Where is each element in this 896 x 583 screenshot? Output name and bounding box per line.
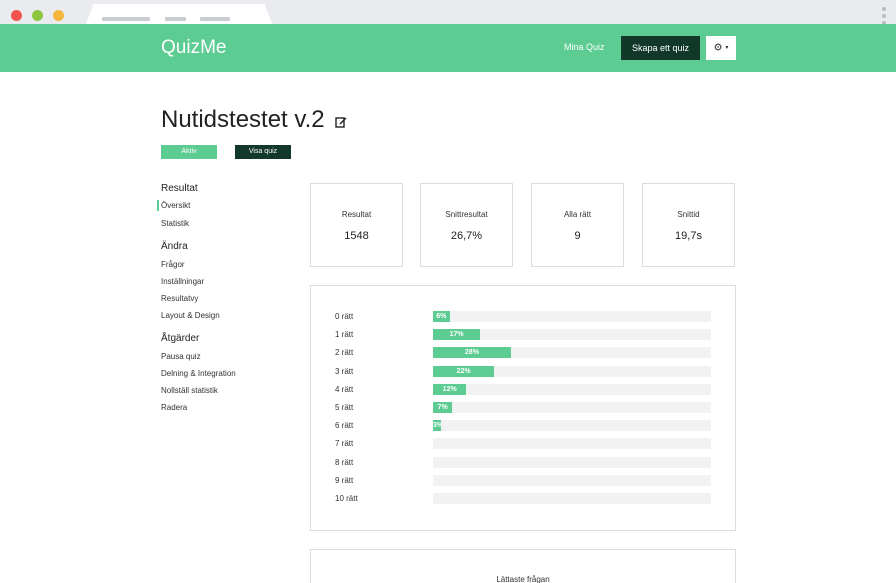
sidebar-item-sharing[interactable]: Delning & Integration bbox=[161, 369, 236, 378]
stat-label: Snittresultat bbox=[445, 210, 488, 219]
stat-value: 1548 bbox=[344, 230, 369, 242]
view-quiz-button[interactable]: Visa quiz bbox=[235, 145, 291, 159]
sidebar-heading-actions: Åtgärder bbox=[161, 333, 200, 344]
browser-chrome bbox=[0, 0, 896, 25]
distribution-row-label: 4 rätt bbox=[335, 384, 354, 394]
sidebar-item-layout-design[interactable]: Layout & Design bbox=[161, 311, 220, 320]
distribution-bar-track: 12% bbox=[433, 383, 711, 395]
stat-value: 26,7% bbox=[450, 230, 483, 242]
sidebar-item-questions[interactable]: Frågor bbox=[161, 260, 185, 269]
tab-placeholder-bar bbox=[200, 17, 230, 21]
tab-placeholder-bar bbox=[102, 17, 150, 21]
distribution-bar: 6% bbox=[433, 311, 450, 322]
distribution-bar: 3% bbox=[433, 420, 442, 432]
tab-placeholder-bar bbox=[165, 17, 186, 21]
distribution-bar-track: 6% bbox=[433, 311, 711, 322]
sidebar-item-statistics[interactable]: Statistik bbox=[161, 219, 189, 228]
distribution-bar: 7% bbox=[433, 402, 453, 413]
distribution-row-label: 9 rätt bbox=[335, 475, 354, 485]
distribution-bar-track: 7% bbox=[433, 402, 711, 413]
my-quizzes-link[interactable]: Mina Quiz bbox=[564, 42, 605, 52]
stat-card-average-time: Snittid 19,7s bbox=[642, 183, 735, 267]
page-title: Nutidstestet v.2 bbox=[161, 106, 325, 133]
stat-card-average: Snittresultat 26,7% bbox=[420, 183, 513, 267]
distribution-row-label: 2 rätt bbox=[335, 348, 354, 358]
easiest-question-title: Lättaste frågan bbox=[496, 575, 550, 583]
distribution-bar-track bbox=[433, 493, 711, 504]
distribution-row-label: 6 rätt bbox=[335, 421, 354, 431]
edit-icon[interactable] bbox=[335, 116, 347, 128]
stat-card-all-correct: Alla rätt 9 bbox=[531, 183, 624, 267]
distribution-bar-track bbox=[433, 474, 711, 486]
distribution-bar-track: 17% bbox=[433, 329, 711, 341]
browser-tab[interactable] bbox=[86, 4, 272, 24]
distribution-bar-track bbox=[433, 438, 711, 450]
distribution-row-label: 3 rätt bbox=[335, 366, 354, 376]
distribution-row-label: 5 rätt bbox=[335, 403, 354, 412]
distribution-row-label: 7 rätt bbox=[335, 439, 354, 449]
navbar: QuizMe Mina Quiz Skapa ett quiz ⚙ ▾ bbox=[0, 24, 896, 72]
score-distribution-panel: 0 rätt 6% 1 rätt 17% 2 rätt 28% 3 rätt 22% 4 rät… bbox=[310, 285, 736, 531]
distribution-bar-track: 22% bbox=[433, 365, 711, 377]
brand-logo[interactable]: QuizMe bbox=[161, 37, 226, 59]
distribution-row-label: 8 rätt bbox=[335, 457, 354, 467]
sidebar-item-result-view[interactable]: Resultatvy bbox=[161, 294, 198, 303]
stat-label: Alla rätt bbox=[563, 210, 592, 219]
stat-label: Resultat bbox=[341, 210, 372, 219]
sidebar-item-overview[interactable]: Översikt bbox=[161, 201, 190, 210]
stat-card-results: Resultat 1548 bbox=[310, 183, 403, 267]
sidebar-item-reset-stats[interactable]: Nollställ statistik bbox=[161, 386, 218, 395]
distribution-row-label: 10 rätt bbox=[335, 494, 358, 503]
easiest-question-panel: Lättaste frågan bbox=[310, 549, 736, 583]
distribution-row-label: 0 rätt bbox=[335, 312, 354, 321]
sidebar-item-settings[interactable]: Inställningar bbox=[161, 277, 204, 286]
sidebar-item-pause-quiz[interactable]: Pausa quiz bbox=[161, 352, 201, 361]
distribution-bar-track: 3% bbox=[433, 420, 711, 432]
caret-down-icon: ▾ bbox=[725, 45, 729, 51]
distribution-bar: 28% bbox=[433, 347, 511, 359]
create-quiz-button[interactable]: Skapa ett quiz bbox=[621, 36, 700, 60]
stat-value: 9 bbox=[574, 230, 581, 242]
distribution-bar-track: 28% bbox=[433, 347, 711, 359]
gear-icon: ⚙ bbox=[713, 42, 723, 54]
sidebar-heading-edit: Ändra bbox=[161, 241, 188, 252]
maximize-window-button[interactable] bbox=[53, 10, 64, 21]
distribution-row-label: 1 rätt bbox=[335, 330, 354, 340]
status-active-button[interactable]: Aktiv bbox=[161, 145, 217, 159]
distribution-bar-track bbox=[433, 456, 711, 468]
sidebar-active-indicator bbox=[157, 200, 159, 211]
minimize-window-button[interactable] bbox=[32, 10, 43, 21]
sidebar-heading-results: Resultat bbox=[161, 183, 198, 194]
distribution-bar: 17% bbox=[433, 329, 481, 341]
distribution-bar: 12% bbox=[433, 383, 467, 395]
sidebar-item-delete[interactable]: Radera bbox=[161, 403, 187, 412]
settings-dropdown-button[interactable]: ⚙ ▾ bbox=[706, 36, 736, 60]
stat-label: Snittid bbox=[677, 210, 700, 219]
distribution-bar: 22% bbox=[433, 365, 495, 377]
stat-value: 19,7s bbox=[675, 230, 702, 242]
close-window-button[interactable] bbox=[11, 10, 22, 21]
